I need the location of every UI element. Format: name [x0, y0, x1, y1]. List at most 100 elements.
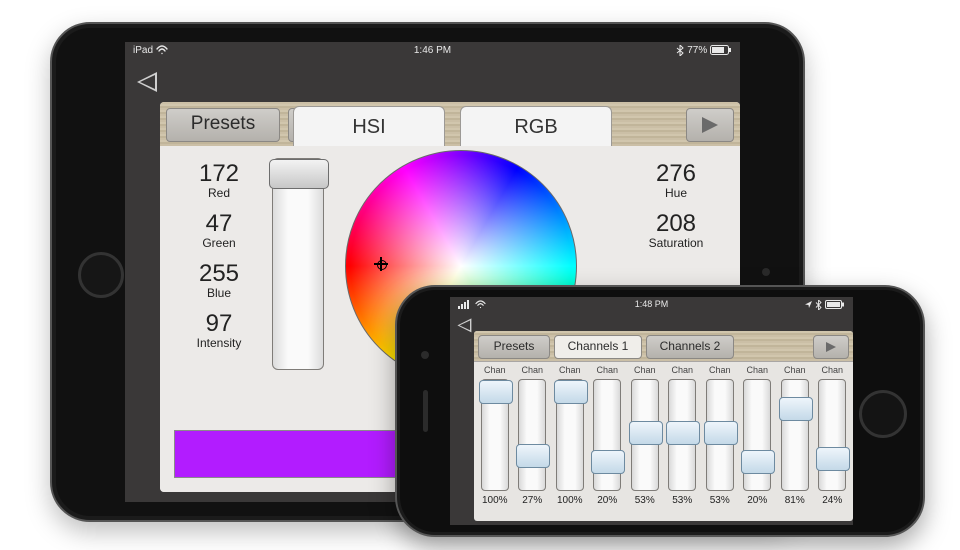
fader-knob-icon[interactable]	[591, 450, 625, 474]
fader-knob-icon[interactable]	[779, 397, 813, 421]
fader-percent: 20%	[589, 495, 627, 506]
hue-value: 276	[626, 160, 726, 188]
fader-percent: 24%	[814, 495, 852, 506]
status-bar: 1:48 PM	[450, 297, 853, 311]
fader-label: Chan	[814, 365, 852, 377]
fader-percent: 53%	[664, 495, 702, 506]
battery-icon	[710, 45, 732, 56]
fader-knob-icon[interactable]	[704, 421, 738, 445]
fader-label: Chan	[589, 365, 627, 377]
channels-2-tab[interactable]: Channels 2	[646, 335, 734, 359]
iphone-screen: 1:48 PM Presets	[450, 297, 853, 525]
bluetooth-icon	[676, 45, 687, 56]
battery-pct-label: 77%	[687, 45, 707, 56]
crosshair-icon[interactable]	[374, 257, 388, 271]
fader-track[interactable]	[631, 379, 659, 491]
sat-value: 208	[626, 210, 726, 238]
location-icon	[804, 299, 816, 309]
speaker-icon	[423, 390, 428, 432]
fader-knob-icon[interactable]	[554, 380, 588, 404]
fader-track[interactable]	[818, 379, 846, 491]
fader-knob-icon[interactable]	[629, 421, 663, 445]
iphone-device: 1:48 PM Presets	[395, 285, 925, 537]
presets-button[interactable]: Presets	[478, 335, 550, 359]
fader-percent: 53%	[701, 495, 739, 506]
back-button-icon[interactable]	[135, 70, 157, 94]
fader-1: Chan 100%	[476, 365, 514, 519]
fader-percent: 100%	[476, 495, 514, 506]
fader-3: Chan 100%	[551, 365, 589, 519]
battery-icon	[825, 299, 845, 309]
fader-label: Chan	[776, 365, 814, 377]
nav-bar: Presets 1 2 HSI RGB	[160, 102, 740, 147]
arrow-right-icon	[826, 342, 836, 352]
fader-6: Chan 53%	[664, 365, 702, 519]
blue-value: 255	[174, 260, 264, 288]
intensity-label: Intensity	[174, 336, 264, 350]
fader-track[interactable]	[556, 379, 584, 491]
fader-7: Chan 53%	[701, 365, 739, 519]
fader-label: Chan	[551, 365, 589, 377]
fader-knob-icon[interactable]	[741, 450, 775, 474]
more-button[interactable]	[813, 335, 849, 359]
presets-button[interactable]: Presets	[166, 108, 280, 142]
fader-label: Chan	[626, 365, 664, 377]
fader-percent: 20%	[739, 495, 777, 506]
fader-row: Chan100%Chan27%Chan100%Chan20%Chan53%Cha…	[474, 361, 853, 521]
green-label: Green	[174, 236, 264, 250]
camera-icon	[421, 351, 429, 359]
fader-percent: 27%	[514, 495, 552, 506]
clock-label: 1:46 PM	[125, 42, 740, 60]
fader-knob-icon[interactable]	[816, 447, 850, 471]
fader-knob-icon[interactable]	[479, 380, 513, 404]
fader-track[interactable]	[481, 379, 509, 491]
fader-label: Chan	[476, 365, 514, 377]
more-button[interactable]	[686, 108, 734, 142]
fader-track[interactable]	[593, 379, 621, 491]
fader-track[interactable]	[743, 379, 771, 491]
home-button-icon[interactable]	[859, 390, 907, 438]
fader-label: Chan	[739, 365, 777, 377]
sat-label: Saturation	[626, 236, 726, 250]
arrow-right-icon	[702, 117, 718, 133]
hue-label: Hue	[626, 186, 726, 200]
home-button-icon[interactable]	[78, 252, 124, 298]
fader-9: Chan 81%	[776, 365, 814, 519]
fader-knob-icon[interactable]	[666, 421, 700, 445]
fader-5: Chan 53%	[626, 365, 664, 519]
status-bar: iPad 1:46 PM 77%	[125, 42, 740, 60]
fader-track[interactable]	[706, 379, 734, 491]
fader-percent: 53%	[626, 495, 664, 506]
fader-label: Chan	[701, 365, 739, 377]
fader-track[interactable]	[518, 379, 546, 491]
camera-icon	[762, 268, 770, 276]
fader-2: Chan 27%	[514, 365, 552, 519]
red-label: Red	[174, 186, 264, 200]
back-button-icon[interactable]	[456, 317, 471, 334]
fader-8: Chan 20%	[739, 365, 777, 519]
hsi-values: 276 Hue 208 Saturation	[626, 160, 726, 260]
fader-knob-icon[interactable]	[516, 444, 550, 468]
rgb-tab[interactable]: RGB	[460, 106, 612, 147]
bluetooth-icon	[815, 299, 825, 309]
fader-label: Chan	[664, 365, 702, 377]
channels-1-tab[interactable]: Channels 1	[554, 335, 642, 359]
mixer-panel: Presets Channels 1 Channels 2 Chan100%Ch…	[474, 331, 853, 521]
blue-label: Blue	[174, 286, 264, 300]
fader-4: Chan 20%	[589, 365, 627, 519]
fader-track[interactable]	[781, 379, 809, 491]
intensity-slider[interactable]	[272, 158, 324, 370]
green-value: 47	[174, 210, 264, 238]
fader-percent: 81%	[776, 495, 814, 506]
fader-10: Chan 24%	[814, 365, 852, 519]
fader-percent: 100%	[551, 495, 589, 506]
red-value: 172	[174, 160, 264, 188]
intensity-value: 97	[174, 310, 264, 338]
rgb-values: 172 Red 47 Green 255 Blue 97 Intensity	[174, 160, 264, 360]
slider-thumb-icon[interactable]	[269, 159, 329, 189]
nav-bar: Presets Channels 1 Channels 2	[474, 331, 853, 362]
fader-label: Chan	[514, 365, 552, 377]
fader-track[interactable]	[668, 379, 696, 491]
clock-label: 1:48 PM	[450, 297, 853, 311]
hsi-tab[interactable]: HSI	[293, 106, 445, 147]
